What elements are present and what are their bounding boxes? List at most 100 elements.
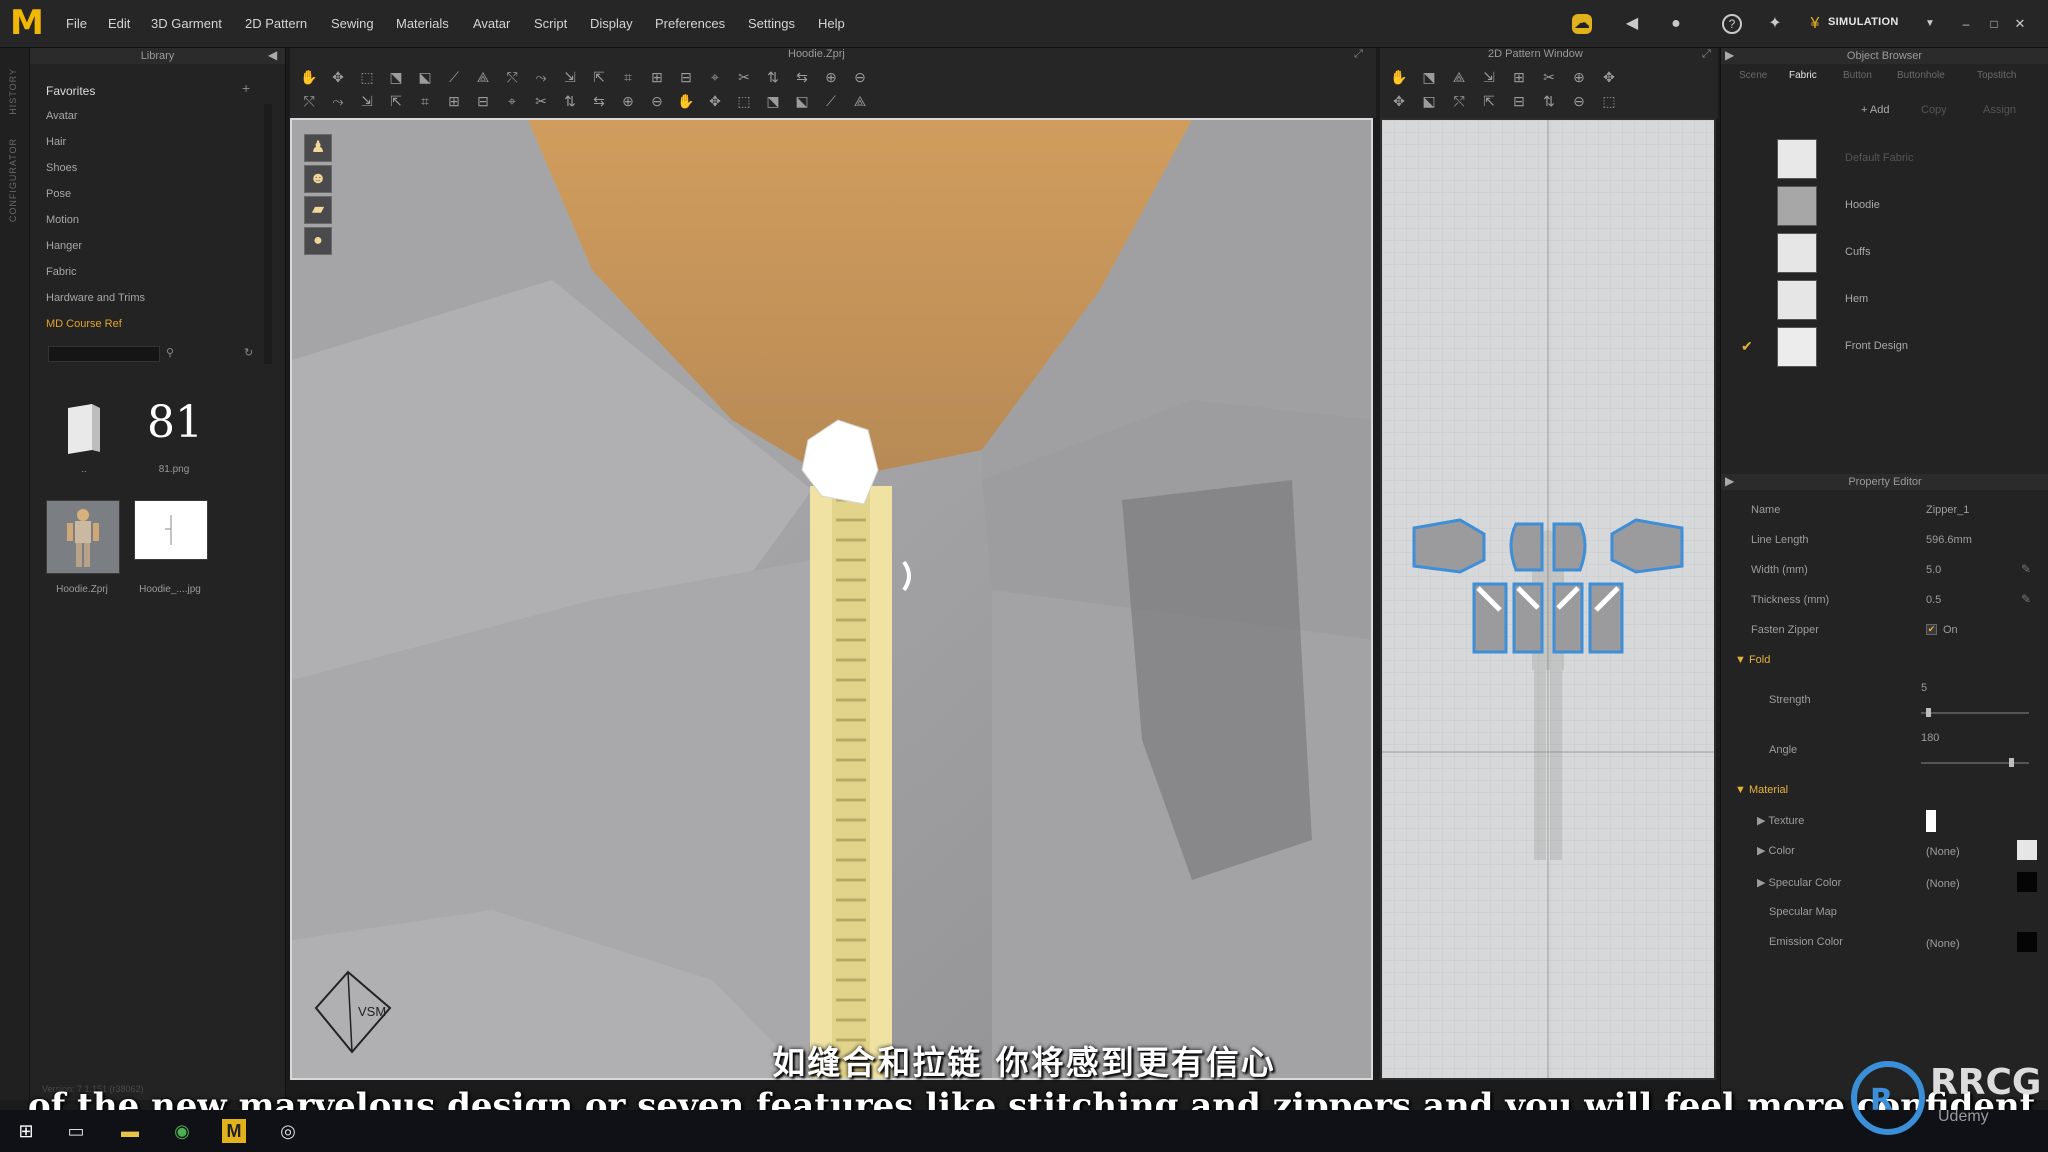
specular-color-swatch[interactable] — [2017, 872, 2037, 892]
search-icon[interactable]: ⚲ — [166, 346, 174, 359]
slider-knob[interactable] — [1926, 708, 1932, 717]
toolbar-2d-tool[interactable]: ✋ — [1388, 66, 1410, 88]
toolbar-2d-tool[interactable]: ⇅ — [1538, 90, 1560, 112]
png-thumbnail[interactable]: 81 — [140, 388, 210, 458]
history-tab[interactable]: HISTORY — [8, 68, 18, 115]
windows-start-icon[interactable]: ⊞ — [14, 1119, 38, 1143]
toolbar-3d-tool[interactable]: ⌗ — [617, 66, 639, 88]
menu-3d-garment[interactable]: 3D Garment — [151, 16, 222, 31]
menu-display[interactable]: Display — [590, 16, 633, 31]
toolbar-3d-tool[interactable]: ⬕ — [414, 66, 436, 88]
toolbar-3d-tool[interactable]: ⇱ — [588, 66, 610, 88]
prop-thickness-value[interactable]: 0.5 — [1926, 594, 1941, 606]
library-item-fabric[interactable]: Fabric — [46, 266, 77, 278]
edit-icon[interactable]: ✎ — [2021, 562, 2031, 576]
library-item-hair[interactable]: Hair — [46, 136, 66, 148]
tab-fabric[interactable]: Fabric — [1789, 70, 1817, 81]
folder-up-thumbnail[interactable] — [56, 396, 112, 460]
edit-icon[interactable]: ✎ — [2021, 592, 2031, 606]
toolbar-3d-tool[interactable]: ⇱ — [385, 90, 407, 112]
toolbar-3d-tool[interactable]: ⬕ — [791, 90, 813, 112]
library-item-pose[interactable]: Pose — [46, 188, 71, 200]
toolbar-3d-tool[interactable]: ⊟ — [675, 66, 697, 88]
toolbar-3d-tool[interactable]: ⬔ — [385, 66, 407, 88]
fabric-row[interactable]: Hoodie — [1741, 185, 2041, 227]
toolbar-2d-tool[interactable]: ⟁ — [1448, 66, 1470, 88]
toolbar-2d-tool[interactable]: ⬚ — [1598, 90, 1620, 112]
menu-preferences[interactable]: Preferences — [655, 16, 725, 31]
toolbar-3d-tool[interactable]: ⇆ — [791, 66, 813, 88]
toolbar-3d-tool[interactable]: ⌗ — [414, 90, 436, 112]
viewport-3d[interactable]: ♟ ☻ ▰ ● VSM — [290, 118, 1373, 1080]
maximize-icon[interactable]: □ — [1984, 14, 2004, 34]
library-item-hardware[interactable]: Hardware and Trims — [46, 292, 145, 304]
user-icon[interactable]: ● — [1666, 14, 1686, 34]
fabric-row[interactable]: ✔ Front Design — [1741, 326, 2041, 368]
fabric-row[interactable]: Cuffs — [1741, 232, 2041, 274]
marvelous-designer-taskbar-icon[interactable]: M — [222, 1119, 246, 1143]
toolbar-2d-tool[interactable]: ⬔ — [1418, 66, 1440, 88]
cloud-sync-icon[interactable]: ☁ — [1572, 14, 1592, 34]
garment-display-icon[interactable]: ♟ — [304, 134, 332, 162]
fabric-row[interactable]: Hem — [1741, 279, 2041, 321]
fabric-row[interactable]: Default Fabric — [1741, 138, 2041, 180]
recorder-icon[interactable]: ◎ — [276, 1119, 300, 1143]
expand-icon[interactable]: ⤢ — [1354, 48, 1363, 61]
menu-edit[interactable]: Edit — [108, 16, 130, 31]
tab-buttonhole[interactable]: Buttonhole — [1897, 70, 1945, 81]
task-view-icon[interactable]: ▭ — [64, 1119, 88, 1143]
toolbar-2d-tool[interactable]: ⊟ — [1508, 90, 1530, 112]
menu-file[interactable]: File — [66, 16, 87, 31]
arrow-right-icon[interactable]: ▶ — [1725, 474, 1734, 488]
material-section-header[interactable]: ▼ Material — [1735, 784, 1788, 796]
toolbar-3d-tool[interactable]: ⊞ — [443, 90, 465, 112]
library-item-md-course-ref[interactable]: MD Course Ref — [46, 318, 122, 330]
toolbar-2d-tool[interactable]: ⊞ — [1508, 66, 1530, 88]
texture-swatch[interactable] — [1926, 810, 1936, 832]
toolbar-2d-tool[interactable]: ⤲ — [1448, 90, 1470, 112]
expand-2d-icon[interactable]: ⤢ — [1702, 48, 1711, 61]
prop-width-value[interactable]: 5.0 — [1926, 564, 1941, 576]
angle-value[interactable]: 180 — [1921, 732, 1939, 744]
toolbar-3d-tool[interactable]: ⇅ — [762, 66, 784, 88]
library-item-avatar[interactable]: Avatar — [46, 110, 78, 122]
strength-value[interactable]: 5 — [1921, 682, 1927, 694]
toolbar-3d-tool[interactable]: ⊟ — [472, 90, 494, 112]
avatar-display-icon[interactable]: ☻ — [304, 165, 332, 193]
toolbar-3d-tool[interactable]: ⊞ — [646, 66, 668, 88]
chevron-down-icon[interactable]: ▼ — [1920, 14, 1940, 34]
toolbar-3d-tool[interactable]: ⇲ — [559, 66, 581, 88]
file-explorer-icon[interactable]: ▬ — [118, 1119, 142, 1143]
menu-settings[interactable]: Settings — [748, 16, 795, 31]
add-favorite-icon[interactable]: + — [242, 80, 250, 96]
zprj-thumbnail[interactable] — [46, 500, 120, 574]
chrome-icon[interactable]: ◉ — [170, 1119, 194, 1143]
toolbar-3d-tool[interactable]: ⤲ — [298, 90, 320, 112]
jpg-thumbnail[interactable] — [134, 500, 208, 560]
simulation-icon[interactable]: ¥ — [1805, 14, 1825, 34]
refresh-icon[interactable]: ↻ — [244, 346, 253, 359]
speaker-icon[interactable]: ◀ — [1622, 14, 1642, 34]
skin-display-icon[interactable]: ● — [304, 227, 332, 255]
emission-color-swatch[interactable] — [2017, 932, 2037, 952]
toolbar-2d-tool[interactable]: ⬕ — [1418, 90, 1440, 112]
toolbar-3d-tool[interactable]: ✂ — [733, 66, 755, 88]
toolbar-3d-tool[interactable]: ✂ — [530, 90, 552, 112]
close-icon[interactable]: ✕ — [2010, 14, 2030, 34]
toolbar-3d-tool[interactable]: ⇲ — [356, 90, 378, 112]
toolbar-3d-tool[interactable]: ⟁ — [849, 90, 871, 112]
tab-scene[interactable]: Scene — [1739, 70, 1767, 81]
pattern-window-2d[interactable] — [1380, 118, 1716, 1080]
color-swatch[interactable] — [2017, 840, 2037, 860]
toolbar-3d-tool[interactable]: ✥ — [704, 90, 726, 112]
tab-button[interactable]: Button — [1843, 70, 1872, 81]
simulation-mode-label[interactable]: SIMULATION — [1828, 16, 1899, 28]
toolbar-3d-tool[interactable]: ⌖ — [501, 90, 523, 112]
toolbar-2d-tool[interactable]: ⊕ — [1568, 66, 1590, 88]
fold-section-header[interactable]: ▼ Fold — [1735, 654, 1770, 666]
toolbar-3d-tool[interactable]: ⟁ — [472, 66, 494, 88]
menu-avatar[interactable]: Avatar — [473, 16, 510, 31]
toolbar-3d-tool[interactable]: ⬚ — [733, 90, 755, 112]
menu-2d-pattern[interactable]: 2D Pattern — [245, 16, 307, 31]
toolbar-3d-tool[interactable]: ✋ — [675, 90, 697, 112]
